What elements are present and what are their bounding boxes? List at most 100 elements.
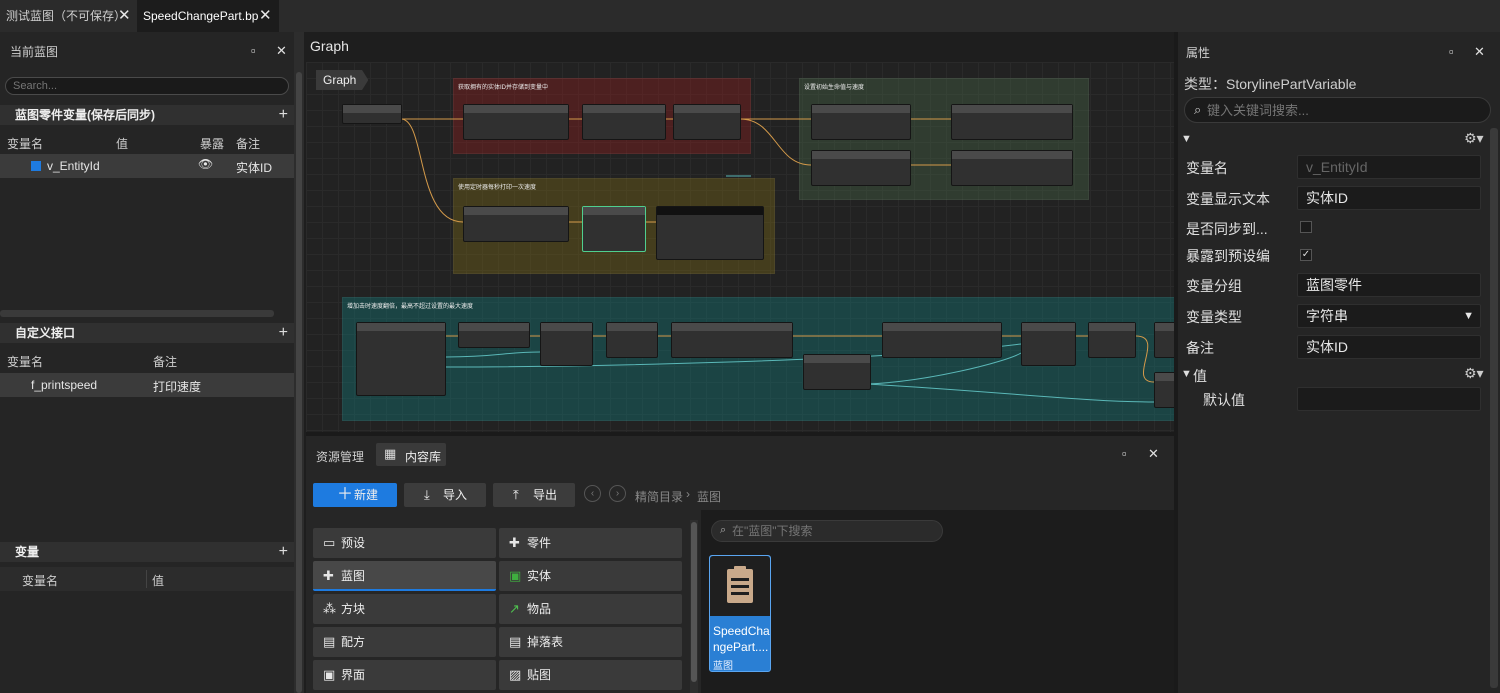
grid-icon: ▦ xyxy=(384,446,397,461)
asset-search-input[interactable] xyxy=(732,523,932,539)
node-title xyxy=(1155,323,1174,331)
category-item[interactable]: ↗ 物品 xyxy=(499,594,682,624)
properties-search[interactable]: ⌕ xyxy=(1184,97,1491,123)
graph-node[interactable] xyxy=(582,206,646,252)
asset-search[interactable]: ⌕ xyxy=(711,520,943,542)
category-entity[interactable]: ▣ 实体 xyxy=(499,561,682,591)
category-texture[interactable]: ▨ 贴图 xyxy=(499,660,682,690)
close-icon[interactable]: ✕ xyxy=(1148,446,1159,462)
close-icon[interactable]: ✕ xyxy=(259,0,272,32)
collapse-triangle-icon[interactable]: ▼ xyxy=(1181,133,1192,145)
graph-node[interactable] xyxy=(342,104,402,124)
add-variable-button[interactable]: + xyxy=(279,105,288,125)
expose-label: 暴露到预设编 xyxy=(1186,248,1270,264)
graph-node[interactable] xyxy=(1088,322,1136,358)
collapse-triangle-icon[interactable]: ▼ xyxy=(1181,368,1192,380)
default-value-field[interactable] xyxy=(1297,387,1481,411)
forward-icon[interactable]: › xyxy=(609,485,626,502)
left-panel: 当前蓝图 ▫ ✕ 蓝图零件变量(保存后同步) + 变量名 值 暴露 备注 v_E… xyxy=(0,32,294,693)
graph-node[interactable] xyxy=(356,322,446,396)
value-section-title: 值 xyxy=(1193,368,1207,384)
new-button[interactable]: ＋ 新建 xyxy=(313,483,397,507)
maximize-icon[interactable]: ▫ xyxy=(251,43,256,58)
graph-node[interactable] xyxy=(951,150,1073,186)
group-field[interactable]: 蓝图零件 xyxy=(1297,273,1481,297)
search-input[interactable] xyxy=(5,77,289,95)
tab-content-library[interactable]: ▦ 内容库 xyxy=(376,443,446,466)
display-text-field[interactable]: 实体ID xyxy=(1297,186,1481,210)
graph-node[interactable] xyxy=(1154,322,1174,358)
category-part[interactable]: ✚ 零件 xyxy=(499,528,682,558)
category-blueprint[interactable]: ✚ 蓝图 xyxy=(313,561,496,591)
graph-node[interactable] xyxy=(803,354,871,390)
category-ui[interactable]: ▣ 界面 xyxy=(313,660,496,690)
note-label: 备注 xyxy=(1186,340,1214,356)
left-splitter[interactable] xyxy=(294,32,304,693)
scrollbar[interactable] xyxy=(0,310,274,317)
graph-node[interactable] xyxy=(582,104,666,140)
graph-node[interactable] xyxy=(951,104,1073,140)
category-loot-table[interactable]: ▤ 掉落表 xyxy=(499,627,682,657)
graph-node[interactable] xyxy=(540,322,593,366)
export-button[interactable]: ⤒ 导出 xyxy=(493,483,575,507)
graph-node[interactable] xyxy=(1154,372,1174,408)
type-select[interactable]: 字符串 ▼ xyxy=(1297,304,1481,328)
graph-node[interactable] xyxy=(811,150,911,186)
node-title xyxy=(672,323,792,331)
button-label: 导出 xyxy=(533,488,558,502)
sync-checkbox[interactable] xyxy=(1300,221,1312,233)
node-title xyxy=(464,207,568,215)
category-scrollbar[interactable] xyxy=(690,520,698,693)
add-variable-button[interactable]: + xyxy=(279,542,288,562)
back-icon[interactable]: ‹ xyxy=(584,485,601,502)
interface-row[interactable]: f_printspeed 打印速度 xyxy=(0,373,294,397)
add-interface-button[interactable]: + xyxy=(279,323,288,343)
import-button[interactable]: ⤓ 导入 xyxy=(404,483,486,507)
preset-icon: ▭ xyxy=(323,535,336,550)
breadcrumb-root[interactable]: 精简目录 xyxy=(635,488,683,505)
category-label: 蓝图 xyxy=(341,569,366,583)
gear-icon[interactable]: ⚙▾ xyxy=(1464,130,1484,147)
graph-node[interactable] xyxy=(606,322,658,358)
blueprint-icon: ✚ xyxy=(323,568,334,583)
graph-node[interactable] xyxy=(673,104,741,140)
properties-scrollbar[interactable] xyxy=(1490,128,1498,688)
category-recipe[interactable]: ▤ 配方 xyxy=(313,627,496,657)
tab-label: 测试蓝图（不可保存） xyxy=(6,9,127,23)
graph-node[interactable] xyxy=(458,322,530,348)
graph-node[interactable] xyxy=(882,322,1002,358)
close-icon[interactable]: ✕ xyxy=(276,43,287,59)
sync-label: 是否同步到... xyxy=(1186,221,1268,237)
button-label: 导入 xyxy=(443,488,468,502)
maximize-icon[interactable]: ▫ xyxy=(1449,44,1454,59)
graph-node[interactable] xyxy=(463,104,569,140)
gear-icon[interactable]: ⚙▾ xyxy=(1464,365,1484,382)
graph-canvas[interactable]: Graph 获取拥有的实体ID并存储到变量中 设置初始生命值与速度 使用定时器每… xyxy=(306,62,1174,432)
scrollbar[interactable] xyxy=(296,72,302,693)
graph-node[interactable] xyxy=(463,206,569,242)
note-field[interactable]: 实体ID xyxy=(1297,335,1481,359)
expose-checkbox[interactable]: ✓ xyxy=(1300,249,1312,261)
asset-tile[interactable]: SpeedCha ngePart.... 蓝图 xyxy=(709,555,771,672)
graph-node[interactable] xyxy=(656,206,764,260)
graph-node[interactable] xyxy=(811,104,911,140)
graph-node[interactable] xyxy=(671,322,793,358)
tab-speedchangepart[interactable]: SpeedChangePart.bp ✕ xyxy=(137,0,279,32)
scrollbar-thumb[interactable] xyxy=(691,522,697,682)
category-block[interactable]: ⁂ 方块 xyxy=(313,594,496,624)
tab-test-blueprint[interactable]: 测试蓝图（不可保存） ✕ xyxy=(0,0,136,32)
tab-asset-manager[interactable]: 资源管理 xyxy=(316,448,364,465)
node-title xyxy=(804,355,870,363)
recipe-icon: ▤ xyxy=(323,634,336,649)
properties-search-input[interactable] xyxy=(1207,102,1477,119)
breadcrumb-current[interactable]: 蓝图 xyxy=(697,488,721,505)
category-preset[interactable]: ▭ 预设 xyxy=(313,528,496,558)
eye-icon[interactable]: 👁 xyxy=(198,157,213,171)
graph-node[interactable] xyxy=(1021,322,1076,366)
maximize-icon[interactable]: ▫ xyxy=(1122,446,1127,461)
close-icon[interactable]: ✕ xyxy=(1474,44,1485,60)
type-label-field: 变量类型 xyxy=(1186,309,1242,325)
close-icon[interactable]: ✕ xyxy=(118,0,131,32)
asset-area: ⌕ SpeedCha ngePart.... 蓝图 xyxy=(701,510,1174,693)
variable-row[interactable]: v_EntityId 👁 实体ID xyxy=(0,154,294,178)
